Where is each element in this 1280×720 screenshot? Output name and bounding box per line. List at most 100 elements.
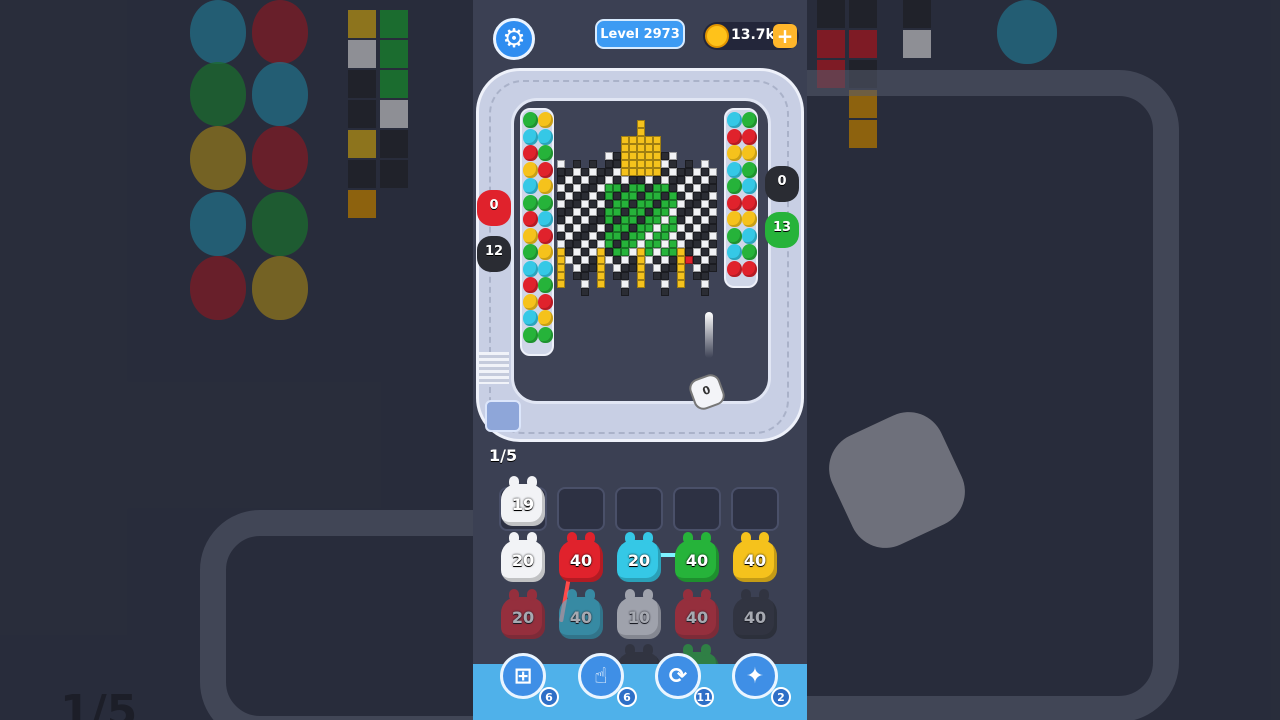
creature-red: 20 [501, 589, 545, 639]
pixel-block [653, 152, 661, 160]
pixel-block [589, 256, 597, 264]
creature-count: 19 [511, 495, 535, 514]
pixel-block [581, 200, 589, 208]
pixel-block [685, 160, 693, 168]
pixel-block [629, 192, 637, 200]
shooter-red[interactable]: 0 [477, 190, 511, 226]
add-coins-button[interactable]: + [773, 24, 797, 48]
pixel-block [637, 280, 645, 288]
pixel-block [709, 168, 717, 176]
creature-white[interactable]: 20 [501, 532, 545, 582]
egg [727, 145, 742, 161]
pixel-block [669, 248, 677, 256]
egg [727, 260, 742, 277]
egg [538, 260, 553, 277]
background-left: 1/5 [0, 0, 473, 720]
egg [523, 310, 538, 326]
pixel-block [581, 168, 589, 176]
pixel-block [685, 248, 693, 256]
pixel-block [701, 184, 709, 192]
pixel-block [621, 248, 629, 256]
shooter-black[interactable]: 12 [477, 236, 511, 272]
pixel-block [645, 224, 653, 232]
pixel-block [581, 248, 589, 256]
egg [538, 310, 553, 326]
egg [523, 244, 538, 260]
pixel-block [589, 184, 597, 192]
pixel-block [677, 240, 685, 248]
pixel-block [581, 176, 589, 184]
pixel-block [701, 232, 709, 240]
creature-cyan[interactable]: 20 [617, 532, 661, 582]
coin-icon [705, 24, 729, 48]
holding-slot[interactable] [615, 487, 663, 531]
pixel-block [605, 248, 613, 256]
pixel-block [685, 232, 693, 240]
active-creature-count: 0 [700, 383, 713, 399]
pixel-block [621, 272, 629, 280]
pixel-block [621, 224, 629, 232]
pixel-block [597, 264, 605, 272]
pixel-block [581, 264, 589, 272]
pixel-block [597, 168, 605, 176]
pixel-block [621, 288, 629, 296]
pixel-block [589, 264, 597, 272]
pixel-block [621, 168, 629, 176]
pixel-block [685, 184, 693, 192]
pixel-block [637, 128, 645, 136]
pixel-block [669, 184, 677, 192]
pixel-block [581, 208, 589, 216]
pixel-block [637, 240, 645, 248]
shooter-green[interactable]: 13 [765, 212, 799, 248]
pixel-block [701, 224, 709, 232]
pixel-block [669, 192, 677, 200]
holding-slot[interactable] [557, 487, 605, 531]
pixel-block [581, 216, 589, 224]
coin-amount: 13.7k [731, 27, 775, 43]
pixel-block [701, 256, 709, 264]
pixel-block [629, 144, 637, 152]
pixel-block [613, 160, 621, 168]
egg [742, 194, 757, 211]
pixel-block [661, 272, 669, 280]
holding-slot[interactable] [731, 487, 779, 531]
pixel-block [557, 208, 565, 216]
pixel-block [565, 200, 573, 208]
egg [742, 260, 757, 277]
pixel-block [637, 192, 645, 200]
creature-white: 10 [617, 589, 661, 639]
settings-button[interactable]: ⚙ [493, 18, 535, 60]
pixel-block [653, 160, 661, 168]
pixel-block [557, 192, 565, 200]
shooter-black[interactable]: 0 [765, 166, 799, 202]
egg [538, 161, 553, 178]
pixel-block [573, 232, 581, 240]
creature-yellow[interactable]: 40 [733, 532, 777, 582]
creature-red[interactable]: 40 [559, 532, 603, 582]
pixel-block [693, 256, 701, 264]
pixel-block [661, 248, 669, 256]
pixel-block [557, 256, 565, 264]
pixel-block [573, 240, 581, 248]
pixel-block [573, 184, 581, 192]
egg [727, 244, 742, 260]
pixel-block [661, 168, 669, 176]
creature-count: 40 [743, 608, 767, 627]
holding-slot[interactable] [673, 487, 721, 531]
creature-count: 40 [685, 551, 709, 570]
pixel-block [613, 264, 621, 272]
pixel-block [589, 248, 597, 256]
pixel-block [597, 272, 605, 280]
pixel-block [581, 224, 589, 232]
pixel-block [613, 256, 621, 264]
creature-white[interactable]: 19 [501, 476, 545, 526]
creature-black: 40 [733, 589, 777, 639]
shooter-count: 13 [772, 220, 792, 235]
pixel-block [669, 200, 677, 208]
creature-green[interactable]: 40 [675, 532, 719, 582]
egg [523, 194, 538, 211]
pixel-block [653, 272, 661, 280]
pixel-block [701, 168, 709, 176]
bg-progress-text: 1/5 [60, 686, 138, 720]
pixel-block [645, 168, 653, 176]
